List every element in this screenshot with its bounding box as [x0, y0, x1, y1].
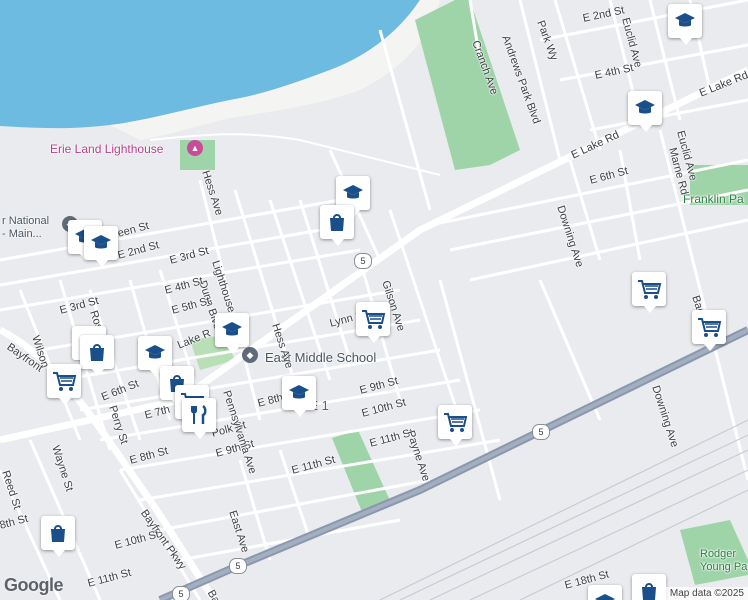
grocery-marker[interactable]: [80, 335, 114, 376]
route-5-shield: 5: [354, 253, 372, 269]
fork-knife-icon: [191, 404, 207, 424]
school-marker[interactable]: [282, 376, 316, 417]
grocery-marker[interactable]: [632, 574, 666, 600]
graduation-cap-icon: [289, 385, 309, 399]
graduation-cap-icon: [635, 100, 655, 114]
graduation-cap-icon: [343, 185, 363, 199]
school-marker[interactable]: [138, 336, 172, 377]
school-marker[interactable]: [628, 91, 662, 132]
school-marker[interactable]: [588, 585, 622, 600]
grocery-cart-marker[interactable]: [632, 272, 666, 313]
school-marker[interactable]: [84, 226, 118, 267]
grocery-cart-marker[interactable]: [692, 310, 726, 351]
grocery-cart-marker[interactable]: [47, 364, 81, 405]
route-5-shield: 5: [172, 586, 190, 600]
shopping-cart-icon: [362, 310, 386, 329]
shopping-bag-icon: [642, 583, 656, 600]
park-north: [415, 0, 520, 170]
graduation-cap-icon: [675, 13, 695, 27]
shopping-bag-icon: [51, 525, 65, 542]
school-marker[interactable]: [668, 4, 702, 45]
shopping-cart-icon: [698, 318, 722, 337]
route-5-shield: 5: [229, 558, 247, 574]
grocery-marker[interactable]: [41, 516, 75, 557]
map-attribution[interactable]: Map data ©2025: [665, 587, 748, 600]
school-marker[interactable]: [215, 313, 249, 354]
route-5-shield: 5: [532, 424, 550, 440]
shopping-cart-icon: [638, 280, 662, 299]
shopping-bag-icon: [90, 344, 104, 361]
grocery-marker[interactable]: [320, 205, 354, 246]
graduation-cap-icon: [222, 322, 242, 336]
graduation-cap-icon: [91, 235, 111, 249]
shopping-cart-icon: [444, 413, 468, 432]
poi-label-franklin[interactable]: Franklin Pa: [683, 192, 744, 206]
poi-label-rodger[interactable]: Rodger Young Par: [700, 548, 748, 574]
graduation-cap-icon: [145, 345, 165, 359]
graduation-cap-icon: [595, 594, 615, 600]
map-canvas[interactable]: 5 5 5 5 ▲ Erie Land Lighthouse ◆ East Mi…: [0, 0, 748, 600]
lighthouse-pin-icon[interactable]: ▲: [187, 140, 203, 156]
school-pin-icon[interactable]: ◆: [242, 347, 258, 363]
grocery-cart-marker[interactable]: [438, 405, 472, 446]
google-logo: Google: [4, 575, 64, 595]
poi-label-national[interactable]: r National - Main...: [2, 215, 49, 241]
grocery-cart-marker[interactable]: [356, 302, 390, 343]
shopping-bag-icon: [330, 214, 344, 231]
shopping-cart-icon: [53, 372, 77, 391]
poi-label-lighthouse[interactable]: Erie Land Lighthouse: [50, 142, 163, 156]
restaurant-marker[interactable]: [182, 398, 216, 439]
